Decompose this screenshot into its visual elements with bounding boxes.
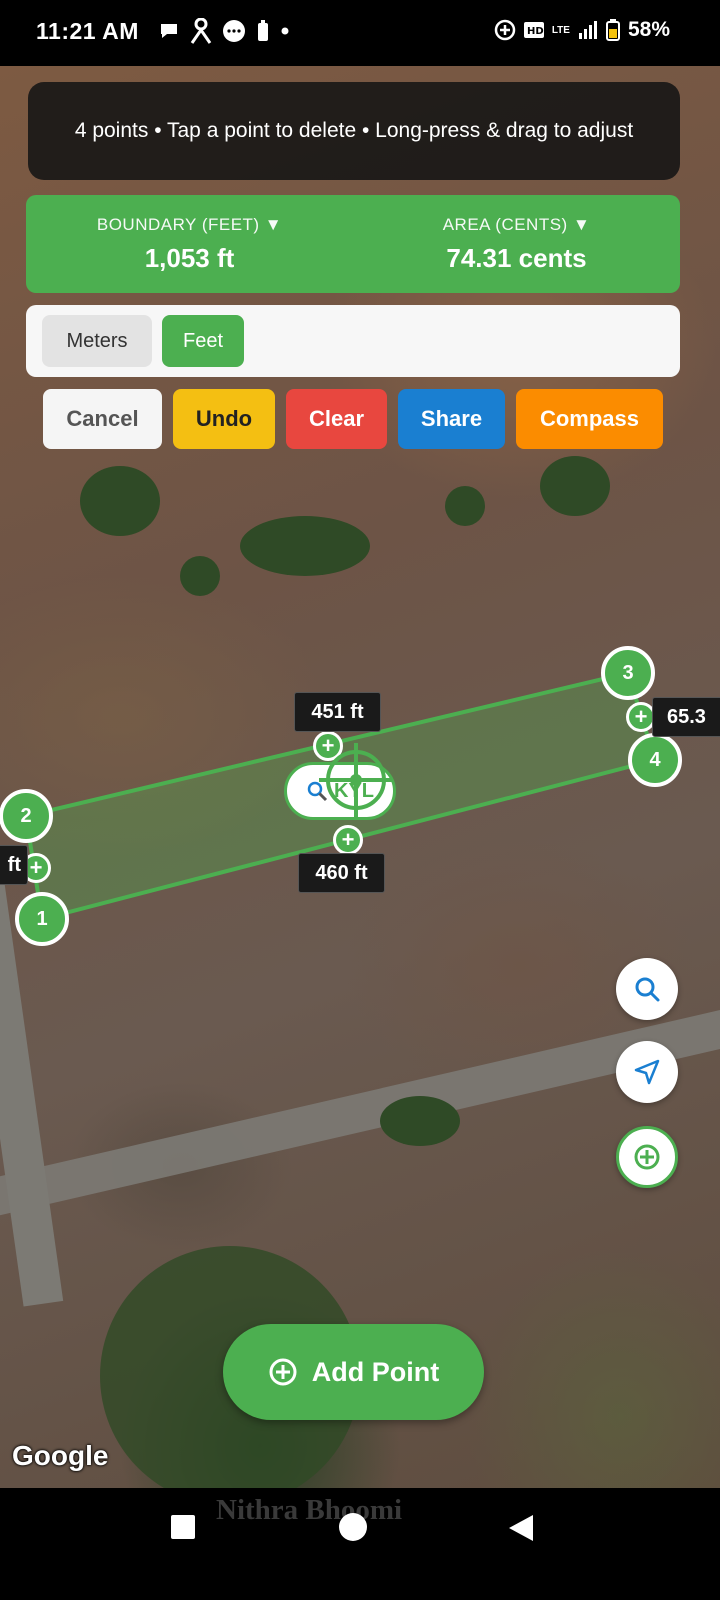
home-icon[interactable]: [338, 1512, 368, 1542]
recents-icon[interactable]: [170, 1514, 196, 1540]
map-tree-cluster: [445, 486, 485, 526]
edge-length-top: 451 ft: [294, 692, 381, 732]
dot-icon: [281, 27, 289, 35]
area-section[interactable]: AREA (CENTS) ▼ 74.31 cents: [353, 195, 680, 293]
vertex-1[interactable]: 1: [15, 892, 69, 946]
back-icon[interactable]: [507, 1514, 535, 1542]
measurement-panel: BOUNDARY (FEET) ▼ 1,053 ft AREA (CENTS) …: [26, 195, 680, 293]
boundary-value: 1,053 ft: [144, 242, 235, 273]
google-attribution: Google: [12, 1440, 109, 1471]
search-icon: [635, 977, 660, 1002]
crosshair-target-icon: [634, 1144, 660, 1170]
compass-button[interactable]: Compass: [516, 389, 663, 449]
add-point-button[interactable]: Add Point: [223, 1324, 484, 1420]
status-notification-icons: [158, 18, 290, 44]
edge-length-bottom: 460 ft: [298, 853, 385, 893]
map-tree-cluster: [180, 556, 220, 596]
clear-button[interactable]: Clear: [286, 389, 387, 449]
boundary-section[interactable]: BOUNDARY (FEET) ▼ 1,053 ft: [26, 195, 353, 293]
plus-circle-icon: [269, 1358, 297, 1386]
signal-icon: [578, 21, 597, 39]
crosshair-icon: [319, 743, 393, 817]
search-button[interactable]: [616, 958, 678, 1020]
unit-toggle: Meters Feet: [26, 305, 680, 377]
vertex-4[interactable]: 4: [628, 733, 682, 787]
battery-icon: [605, 19, 620, 41]
svg-text:HD: HD: [527, 26, 544, 37]
map-tree-cluster: [80, 466, 160, 536]
chat-bubble-icon: [161, 24, 177, 38]
instruction-banner: 4 points • Tap a point to delete • Long-…: [28, 82, 680, 180]
map-tree-cluster: [540, 456, 610, 516]
area-unit-dropdown[interactable]: AREA (CENTS) ▼: [443, 215, 591, 235]
edge-length-right: 65.3: [652, 697, 720, 737]
undo-button[interactable]: Undo: [173, 389, 275, 449]
navigation-arrow-icon: [634, 1059, 660, 1085]
network-type: LTE: [551, 24, 570, 36]
midpoint-add-bottom[interactable]: +: [333, 825, 363, 855]
app-watermark: Nithra Bhoomi: [216, 1494, 403, 1526]
map-road: [0, 1002, 720, 1224]
battery-saver-icon: [258, 20, 268, 41]
status-time: 11:21 AM: [36, 18, 139, 44]
map-tree-cluster: [240, 516, 370, 576]
add-center-point-button[interactable]: [616, 1126, 678, 1188]
map-tree-cluster: [380, 1096, 460, 1146]
status-right-icons: HD LTE 58%: [494, 18, 670, 42]
edge-length-left: ft: [0, 845, 28, 885]
vertex-3[interactable]: 3: [601, 646, 655, 700]
person-icon: [190, 18, 212, 44]
vertex-2[interactable]: 2: [0, 789, 53, 843]
hd-icon: HD: [523, 22, 544, 38]
my-location-button[interactable]: [616, 1041, 678, 1103]
boundary-unit-dropdown[interactable]: BOUNDARY (FEET) ▼: [97, 215, 282, 235]
message-icon: [223, 20, 245, 42]
status-bar: 11:21 AM HD LTE 58%: [0, 0, 720, 66]
area-value: 74.31 cents: [446, 242, 587, 273]
cancel-button[interactable]: Cancel: [43, 389, 162, 449]
data-saver-icon: [494, 19, 516, 41]
share-button[interactable]: Share: [398, 389, 505, 449]
add-point-label: Add Point: [311, 1356, 440, 1387]
feet-button[interactable]: Feet: [162, 315, 244, 367]
meters-button[interactable]: Meters: [42, 315, 152, 367]
battery-percent: 58%: [627, 18, 670, 41]
